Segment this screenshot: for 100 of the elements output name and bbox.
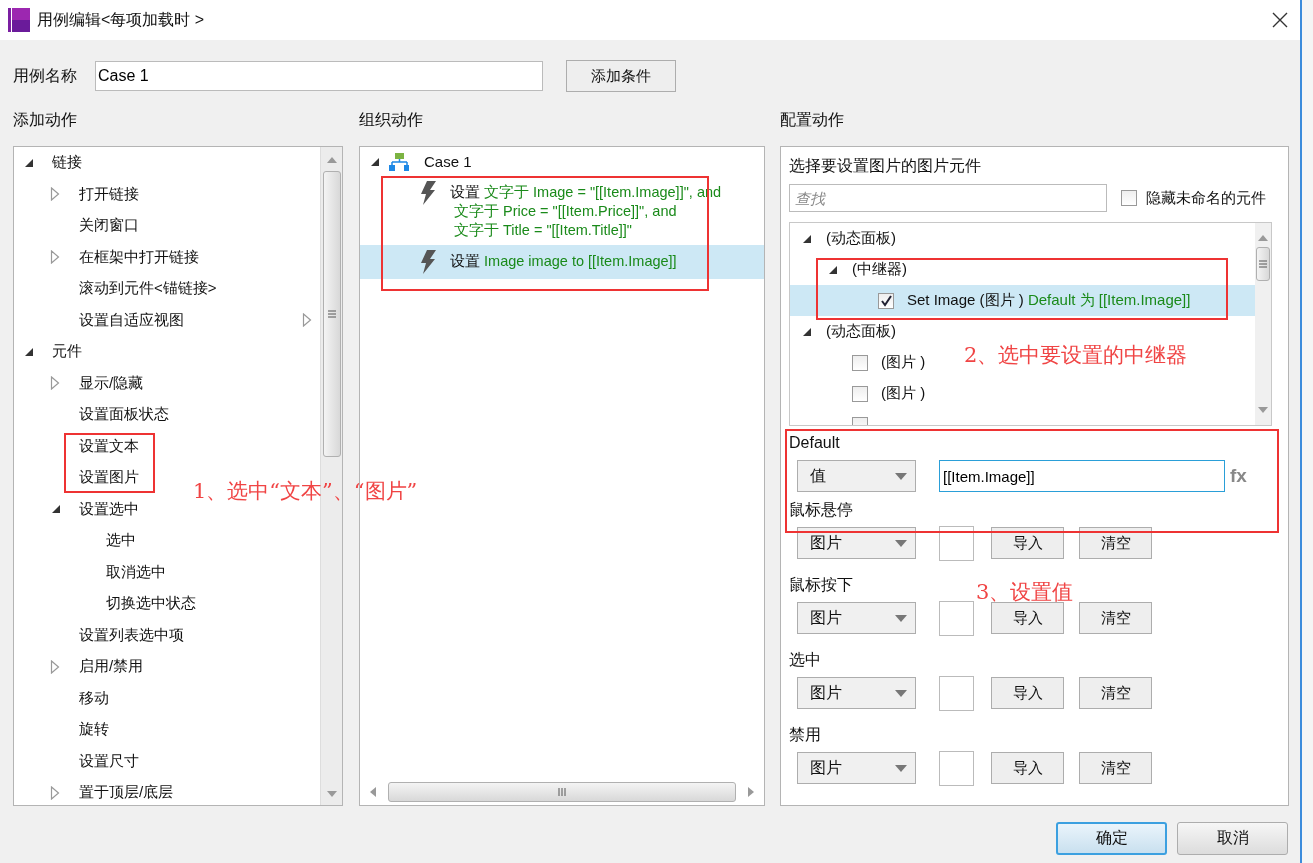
- state-label: 选中: [789, 651, 821, 669]
- tree-item[interactable]: 设置列表选中项: [79, 625, 184, 645]
- grip-icon: [557, 787, 567, 797]
- scroll-down-icon[interactable]: [326, 791, 337, 797]
- panel-subheading: 选择要设置图片的图片元件: [789, 156, 982, 176]
- caret-right-icon[interactable]: [50, 187, 60, 202]
- scroll-down-icon[interactable]: [1258, 407, 1268, 413]
- image-preview: [939, 600, 974, 636]
- image-preview: [939, 525, 974, 561]
- action-button[interactable]: 清空: [1079, 752, 1152, 784]
- app-logo-icon: [8, 8, 30, 32]
- tree-item[interactable]: 在框架中打开链接: [79, 247, 199, 267]
- caret-down-icon: [895, 764, 907, 772]
- dialog-button[interactable]: 取消: [1177, 822, 1288, 855]
- checkbox[interactable]: [852, 354, 868, 371]
- tree-item[interactable]: 取消选中: [106, 562, 166, 582]
- tree-row[interactable]: (动态面板): [790, 223, 896, 254]
- dropdown[interactable]: 图片: [797, 752, 916, 784]
- close-icon[interactable]: [1272, 12, 1288, 28]
- tree-item[interactable]: 切换选中状态: [106, 594, 196, 614]
- scroll-right-icon[interactable]: [748, 787, 754, 797]
- tree-item[interactable]: 旋转: [79, 720, 109, 740]
- checkbox[interactable]: [878, 292, 894, 309]
- tree-item[interactable]: 置于顶层/底层: [79, 783, 174, 803]
- state-label: 鼠标悬停: [789, 501, 853, 519]
- caret-right-icon[interactable]: [50, 785, 60, 800]
- checkbox[interactable]: [1121, 190, 1137, 206]
- tree-item[interactable]: Case 1: [424, 153, 472, 170]
- action-button[interactable]: 导入: [991, 602, 1064, 634]
- dropdown[interactable]: 图片: [797, 602, 916, 634]
- checkbox[interactable]: [852, 385, 868, 402]
- dropdown[interactable]: 图片: [797, 677, 916, 709]
- action-button[interactable]: 清空: [1079, 527, 1152, 559]
- action-button[interactable]: 导入: [991, 527, 1064, 559]
- tree-row[interactable]: (动态面板): [790, 316, 896, 347]
- tree-row[interactable]: Set Image (图片 ) Default 为 [[Item.Image]]: [790, 285, 1255, 316]
- action-button[interactable]: 导入: [991, 752, 1064, 784]
- tree-item-label: (中继器): [852, 260, 907, 279]
- caret-down-icon: [895, 614, 907, 622]
- tree-item[interactable]: 显示/隐藏: [79, 373, 144, 393]
- caret-right-icon[interactable]: [50, 250, 60, 265]
- tree-item-label: Set Image (图片 ) Default 为 [[Item.Image]]: [907, 291, 1191, 310]
- scroll-up-icon[interactable]: [326, 157, 337, 163]
- tree-item[interactable]: 滚动到元件<锚链接>: [79, 279, 217, 299]
- scrollbar[interactable]: [320, 147, 342, 805]
- tree-item[interactable]: 打开链接: [79, 184, 139, 204]
- annotation-text: 1、选中“文本”、“图片”: [193, 478, 418, 505]
- section-heading: 组织动作: [359, 110, 424, 130]
- image-preview: [939, 675, 974, 711]
- action-button[interactable]: 清空: [1079, 677, 1152, 709]
- tree-item[interactable]: 元件: [52, 342, 82, 362]
- caret-down-icon: [895, 689, 907, 697]
- action-item[interactable]: 设置 Image image to [[Item.Image]]: [360, 245, 764, 279]
- caret-right-icon[interactable]: [50, 376, 60, 391]
- tree-item[interactable]: 启用/禁用: [79, 657, 144, 677]
- fx-button[interactable]: fx: [1230, 465, 1247, 487]
- case-name-field[interactable]: Case 1: [95, 61, 543, 91]
- tree-item[interactable]: 设置自适应视图: [79, 310, 184, 330]
- section-heading: 配置动作: [780, 110, 845, 130]
- triangle-icon[interactable]: [50, 503, 62, 516]
- window-title: 用例编辑<每项加载时 >: [37, 9, 206, 30]
- tree-row[interactable]: (中继器): [790, 254, 907, 285]
- scroll-up-icon[interactable]: [1258, 235, 1268, 241]
- scrollbar[interactable]: [370, 781, 754, 803]
- caret-right-icon[interactable]: [302, 313, 312, 328]
- tree-item[interactable]: 设置文本: [79, 436, 139, 456]
- scroll-left-icon[interactable]: [370, 787, 376, 797]
- search-field[interactable]: 查找: [789, 184, 1107, 212]
- caret-down-icon: [895, 472, 907, 480]
- value-field[interactable]: [[Item.Image]]: [939, 460, 1225, 492]
- hierarchy-icon: [389, 151, 409, 172]
- tree-item[interactable]: 链接: [52, 153, 82, 173]
- lightning-icon: [418, 250, 438, 274]
- state-label: 鼠标按下: [789, 576, 853, 594]
- field-label: 用例名称: [13, 65, 78, 86]
- tree-item[interactable]: 设置图片: [79, 468, 139, 488]
- dropdown[interactable]: 图片: [797, 527, 916, 559]
- caret-right-icon[interactable]: [50, 659, 60, 674]
- scroll-thumb[interactable]: [1256, 247, 1270, 281]
- tree-item[interactable]: 设置选中: [79, 499, 139, 519]
- scrollbar[interactable]: [1255, 223, 1271, 425]
- scroll-thumb[interactable]: [388, 782, 736, 802]
- tree-item[interactable]: 移动: [79, 688, 109, 708]
- action-text: 设置 Image image to [[Item.Image]]: [450, 252, 677, 271]
- tree-item-label: (图片 ): [881, 353, 926, 372]
- grip-icon: [1258, 259, 1268, 269]
- tree-item[interactable]: 关闭窗口: [79, 216, 139, 236]
- dialog-button[interactable]: 确定: [1056, 822, 1167, 855]
- tree-item[interactable]: 设置尺寸: [79, 751, 139, 771]
- scroll-thumb[interactable]: [322, 171, 341, 457]
- tree-item[interactable]: 选中: [106, 531, 136, 551]
- add-condition-button[interactable]: 添加条件: [566, 60, 676, 92]
- tree-row[interactable]: (图片 ): [790, 378, 926, 409]
- annotation-text: 2、选中要设置的中继器: [964, 342, 1188, 369]
- tree-item[interactable]: 设置面板状态: [79, 405, 169, 425]
- action-button[interactable]: 清空: [1079, 602, 1152, 634]
- lightning-icon: [418, 181, 438, 205]
- action-button[interactable]: 导入: [991, 677, 1064, 709]
- tree-row[interactable]: (图片 ): [790, 347, 926, 378]
- dropdown[interactable]: 值: [797, 460, 916, 492]
